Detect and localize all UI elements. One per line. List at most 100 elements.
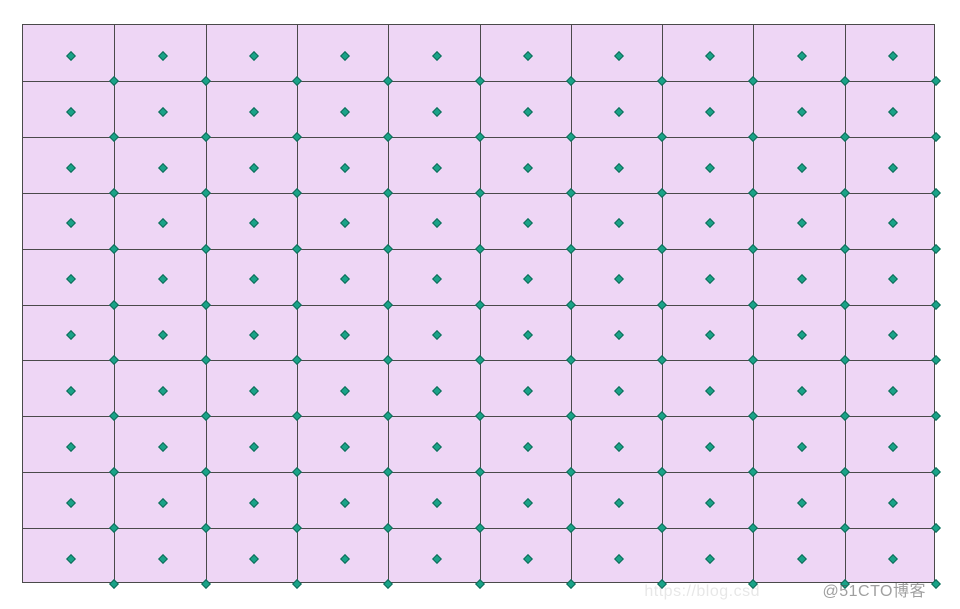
cell-center-dot bbox=[888, 51, 898, 61]
cell-center-dot bbox=[797, 274, 807, 284]
cell-corner-dot bbox=[657, 132, 667, 142]
cell-corner-dot bbox=[383, 523, 393, 533]
cell-corner-dot bbox=[566, 244, 576, 254]
cell-center-dot bbox=[706, 218, 716, 228]
cell-corner-dot bbox=[566, 411, 576, 421]
cell-corner-dot bbox=[566, 188, 576, 198]
cell-corner-dot bbox=[566, 355, 576, 365]
cell-corner-dot bbox=[292, 411, 302, 421]
cell-center-dot bbox=[614, 163, 624, 173]
cell-center-dot bbox=[249, 218, 259, 228]
cell-corner-dot bbox=[931, 579, 941, 589]
cell-center-dot bbox=[158, 51, 168, 61]
cell-corner-dot bbox=[475, 300, 485, 310]
cell-corner-dot bbox=[657, 523, 667, 533]
cell-center-dot bbox=[614, 218, 624, 228]
cell-center-dot bbox=[158, 386, 168, 396]
cell-center-dot bbox=[66, 107, 76, 117]
cell-center-dot bbox=[66, 218, 76, 228]
cell-corner-dot bbox=[475, 579, 485, 589]
cell-center-dot bbox=[614, 330, 624, 340]
cell-corner-dot bbox=[840, 467, 850, 477]
cell-corner-dot bbox=[109, 244, 119, 254]
cell-center-dot bbox=[432, 218, 442, 228]
cell-center-dot bbox=[66, 554, 76, 564]
cell-corner-dot bbox=[931, 188, 941, 198]
cell-center-dot bbox=[249, 386, 259, 396]
cell-corner-dot bbox=[475, 411, 485, 421]
cell-corner-dot bbox=[931, 411, 941, 421]
cell-corner-dot bbox=[109, 411, 119, 421]
cell-center-dot bbox=[888, 330, 898, 340]
cell-center-dot bbox=[249, 498, 259, 508]
cell-corner-dot bbox=[201, 132, 211, 142]
cell-center-dot bbox=[432, 554, 442, 564]
cell-corner-dot bbox=[840, 244, 850, 254]
cell-center-dot bbox=[340, 330, 350, 340]
cell-corner-dot bbox=[383, 300, 393, 310]
cell-center-dot bbox=[432, 386, 442, 396]
cell-center-dot bbox=[614, 274, 624, 284]
cell-center-dot bbox=[797, 442, 807, 452]
cell-corner-dot bbox=[748, 355, 758, 365]
cell-corner-dot bbox=[475, 467, 485, 477]
cell-center-dot bbox=[523, 386, 533, 396]
cell-corner-dot bbox=[657, 244, 667, 254]
cell-corner-dot bbox=[931, 300, 941, 310]
cell-corner-dot bbox=[109, 188, 119, 198]
cell-center-dot bbox=[523, 554, 533, 564]
cell-corner-dot bbox=[840, 523, 850, 533]
cell-corner-dot bbox=[201, 244, 211, 254]
cell-corner-dot bbox=[748, 467, 758, 477]
cell-corner-dot bbox=[383, 188, 393, 198]
cell-center-dot bbox=[432, 274, 442, 284]
cell-center-dot bbox=[888, 218, 898, 228]
cell-center-dot bbox=[706, 274, 716, 284]
cell-corner-dot bbox=[840, 132, 850, 142]
cell-center-dot bbox=[888, 498, 898, 508]
cell-corner-dot bbox=[383, 579, 393, 589]
cell-corner-dot bbox=[566, 132, 576, 142]
cell-corner-dot bbox=[931, 76, 941, 86]
cell-center-dot bbox=[249, 163, 259, 173]
cell-center-dot bbox=[340, 51, 350, 61]
cell-center-dot bbox=[158, 442, 168, 452]
cell-center-dot bbox=[614, 498, 624, 508]
cell-center-dot bbox=[249, 554, 259, 564]
cell-center-dot bbox=[158, 274, 168, 284]
cell-corner-dot bbox=[292, 76, 302, 86]
cell-corner-dot bbox=[109, 523, 119, 533]
cell-center-dot bbox=[340, 274, 350, 284]
cell-center-dot bbox=[432, 498, 442, 508]
cell-corner-dot bbox=[201, 523, 211, 533]
cell-corner-dot bbox=[657, 76, 667, 86]
cell-center-dot bbox=[706, 107, 716, 117]
cell-corner-dot bbox=[931, 244, 941, 254]
cell-center-dot bbox=[888, 442, 898, 452]
cell-corner-dot bbox=[292, 300, 302, 310]
cell-center-dot bbox=[340, 554, 350, 564]
cell-center-dot bbox=[158, 554, 168, 564]
cell-center-dot bbox=[158, 107, 168, 117]
cell-corner-dot bbox=[292, 467, 302, 477]
cell-center-dot bbox=[340, 386, 350, 396]
cell-corner-dot bbox=[566, 523, 576, 533]
cell-corner-dot bbox=[931, 467, 941, 477]
cell-center-dot bbox=[888, 386, 898, 396]
cell-center-dot bbox=[432, 163, 442, 173]
cell-center-dot bbox=[66, 51, 76, 61]
cell-corner-dot bbox=[840, 355, 850, 365]
cell-corner-dot bbox=[383, 76, 393, 86]
cell-center-dot bbox=[523, 51, 533, 61]
cell-center-dot bbox=[432, 51, 442, 61]
cell-corner-dot bbox=[292, 579, 302, 589]
cell-corner-dot bbox=[201, 188, 211, 198]
cell-corner-dot bbox=[475, 132, 485, 142]
cell-center-dot bbox=[706, 554, 716, 564]
cell-center-dot bbox=[797, 498, 807, 508]
cell-center-dot bbox=[797, 51, 807, 61]
cell-center-dot bbox=[523, 274, 533, 284]
cell-center-dot bbox=[66, 330, 76, 340]
cell-corner-dot bbox=[931, 132, 941, 142]
cell-center-dot bbox=[614, 442, 624, 452]
